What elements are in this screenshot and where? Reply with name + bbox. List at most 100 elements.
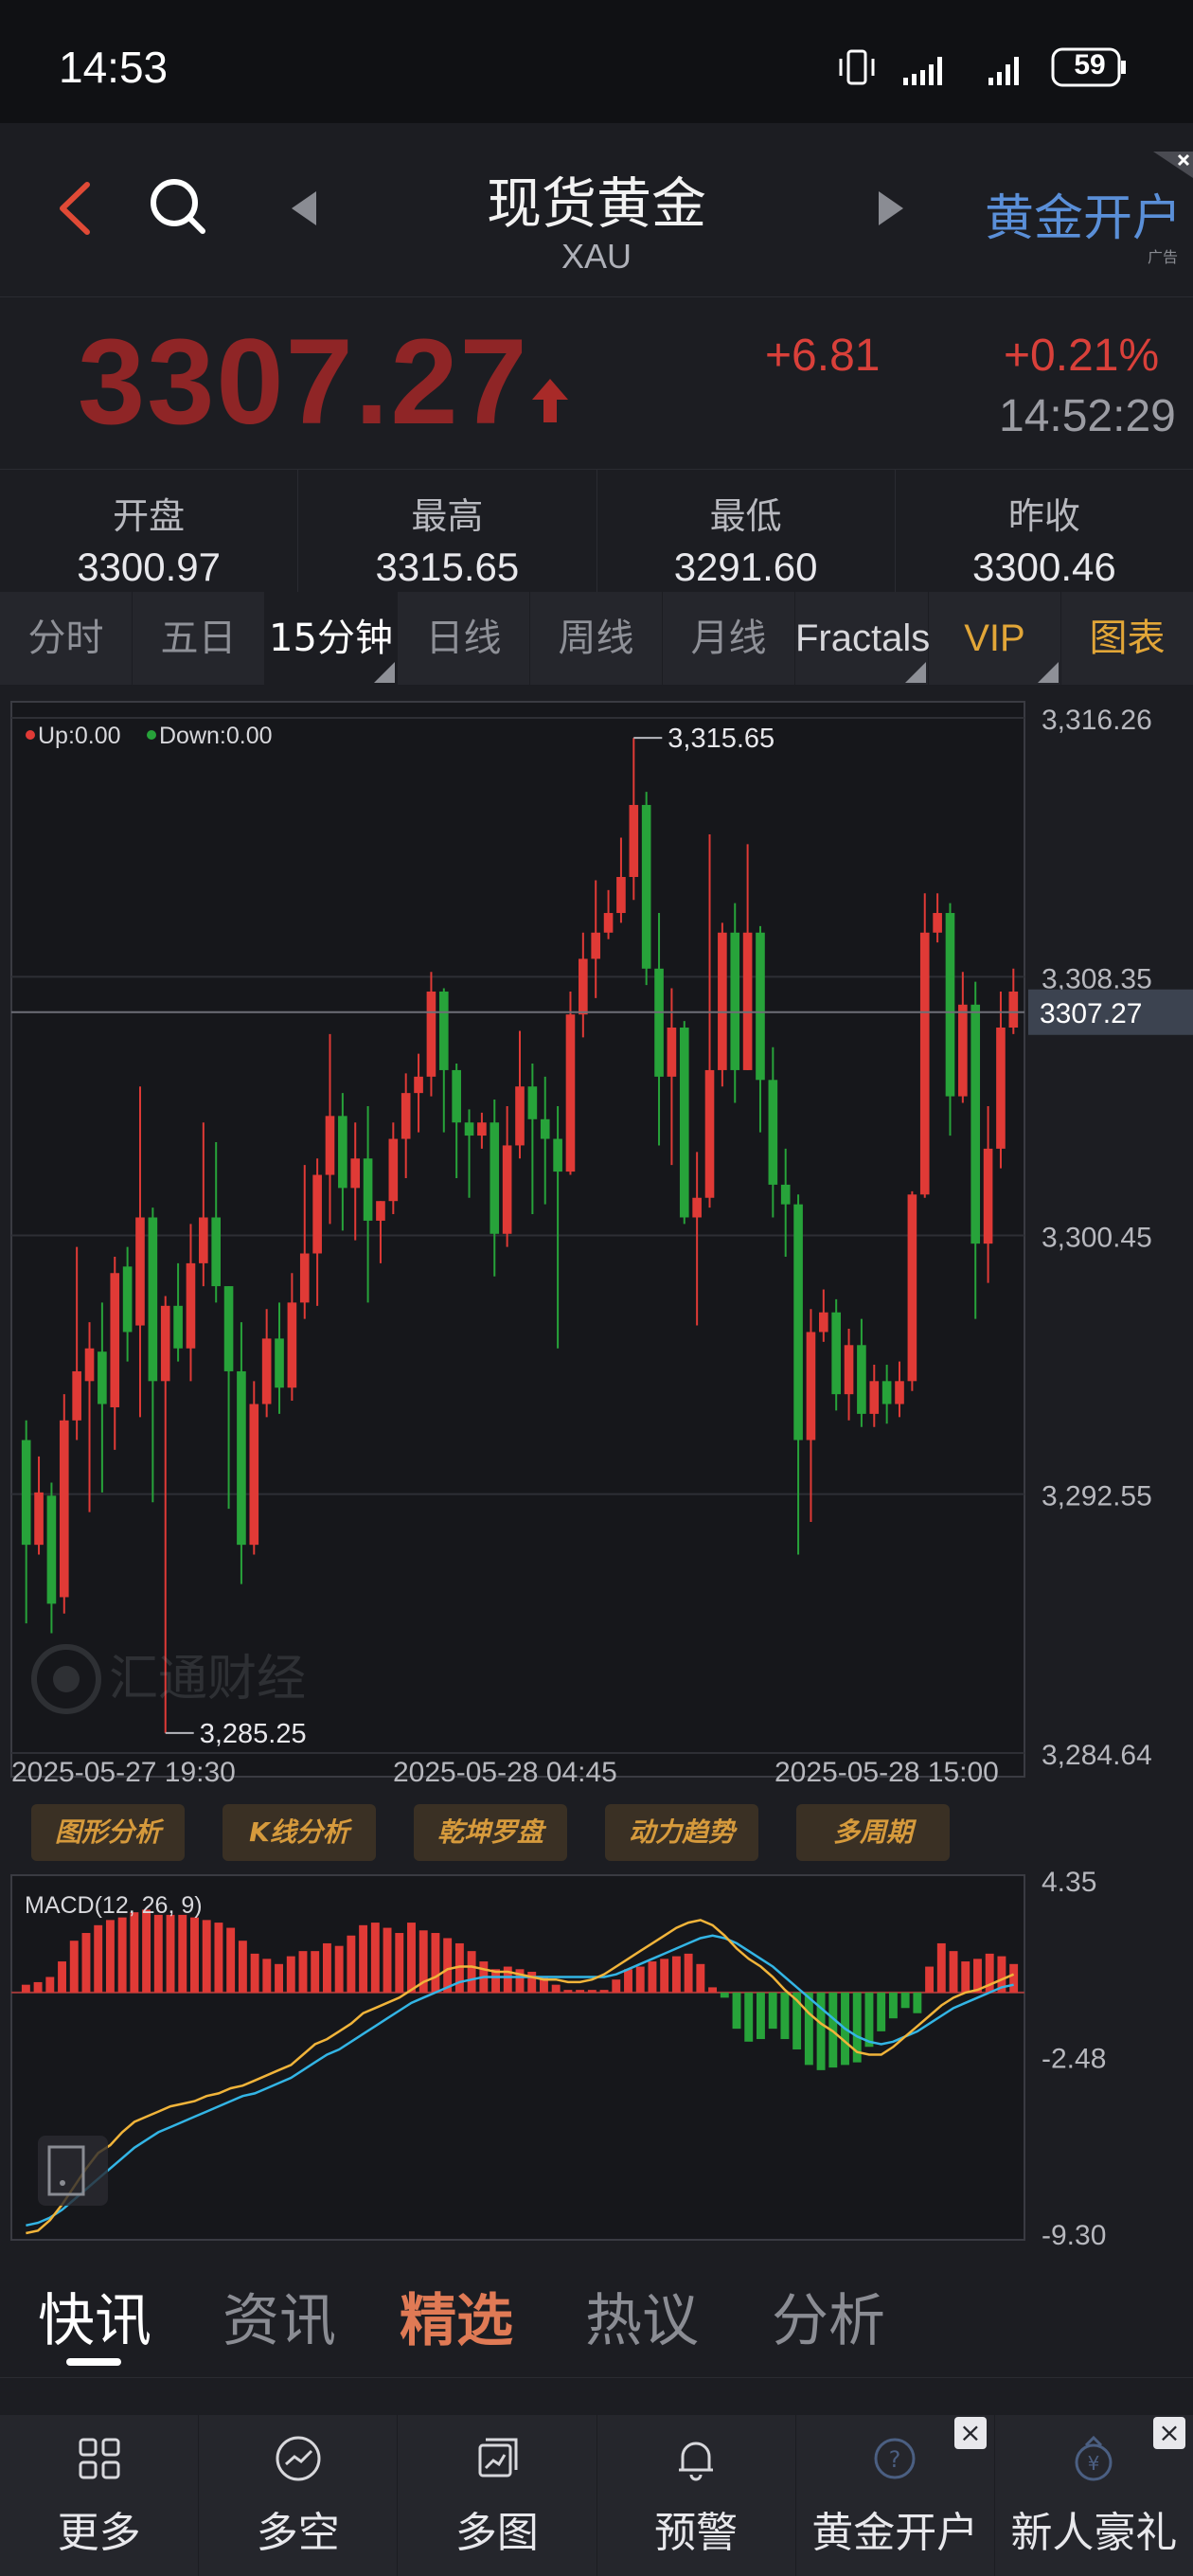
- candle: [249, 1381, 259, 1555]
- tab-weekly[interactable]: 周线: [530, 592, 663, 685]
- legend-down-dot: [147, 730, 156, 740]
- tab-chart-settings[interactable]: 图表: [1061, 592, 1193, 685]
- trend-icon: [276, 2436, 321, 2481]
- tab-hot-discussion[interactable]: 热议: [585, 2275, 699, 2357]
- divider: [0, 2377, 1193, 2378]
- macd-bar: [130, 1912, 139, 1993]
- nav-label: 更多: [57, 2509, 141, 2557]
- macd-bar: [311, 1951, 320, 1993]
- signal-icon: [988, 57, 1019, 85]
- tab-corner-icon: [905, 662, 926, 683]
- status-time: 14:53: [59, 43, 169, 92]
- low-marker-label: 3,285.25: [200, 1719, 307, 1749]
- macd-bar: [804, 1992, 813, 2066]
- macd-bar: [214, 1923, 223, 1993]
- macd-bar: [334, 1945, 344, 1993]
- macd-bar: [708, 1987, 718, 1993]
- close-icon[interactable]: ×: [953, 2417, 987, 2449]
- macd-tick-label: 4.35: [1042, 1870, 1096, 1898]
- macd-bar: [624, 1969, 632, 1993]
- macd-bar: [105, 1920, 115, 1993]
- y-tick-label: 3,316.26: [1042, 705, 1152, 736]
- signal-icon: [903, 57, 942, 85]
- candle: [831, 1298, 841, 1411]
- macd-bar: [153, 1914, 163, 1993]
- stat-high: 最高 3315.65: [298, 470, 597, 593]
- legend-up-dot: [26, 730, 35, 740]
- tab-featured[interactable]: 精选: [400, 2275, 513, 2357]
- multi-period-button[interactable]: 多周期: [796, 1804, 950, 1861]
- back-icon[interactable]: [47, 175, 104, 242]
- candle: [565, 991, 576, 1175]
- y-tick-label: 3,300.45: [1042, 1223, 1152, 1254]
- tab-corner-icon: [1038, 662, 1059, 683]
- nav-gold-account[interactable]: ? 黄金开户 ×: [796, 2415, 995, 2576]
- macd-bar: [913, 1992, 922, 2013]
- kline-analysis-button[interactable]: K线分析: [223, 1804, 376, 1861]
- macd-bar: [635, 1966, 645, 1993]
- compass-button[interactable]: 乾坤罗盘: [414, 1804, 567, 1861]
- macd-frame: [10, 1874, 1025, 2241]
- stats-row: 开盘 3300.97 最高 3315.65 最低 3291.60 昨收 3300…: [0, 469, 1193, 594]
- tab-daily[interactable]: 日线: [398, 592, 530, 685]
- tab-vip[interactable]: VIP: [929, 592, 1061, 685]
- tab-corner-icon: [374, 662, 395, 683]
- macd-bar: [383, 1927, 392, 1993]
- stat-low: 最低 3291.60: [597, 470, 896, 593]
- legend-up: Up:0.00: [38, 723, 121, 749]
- stat-value: 3300.97: [77, 545, 222, 589]
- momentum-button[interactable]: 动力趋势: [605, 1804, 758, 1861]
- bottom-nav: 更多 多空 多图 预警 ? 黄金开户 × ¥ 新人豪礼 ×: [0, 2415, 1193, 2576]
- close-icon[interactable]: ×: [1153, 2417, 1186, 2449]
- tab-label: Fractals: [795, 617, 931, 659]
- tab-information[interactable]: 资讯: [223, 2275, 336, 2357]
- macd-bar: [936, 1942, 946, 1993]
- tab-label: VIP: [964, 617, 1025, 659]
- nav-label: 多图: [454, 2509, 539, 2557]
- macd-bar: [925, 1966, 935, 1993]
- kline-chart[interactable]: 3,316.263,308.353,300.453,292.553,284.64…: [0, 685, 1193, 1802]
- tab-monthly[interactable]: 月线: [663, 592, 795, 685]
- pattern-analysis-button[interactable]: 图形分析: [31, 1804, 185, 1861]
- page-subtitle: XAU: [561, 237, 632, 276]
- macd-bar: [696, 1963, 705, 1993]
- macd-bar: [660, 1959, 669, 1993]
- stat-value: 3315.65: [375, 545, 520, 589]
- nav-label: 新人豪礼: [1010, 2509, 1178, 2557]
- active-tab-indicator: [66, 2358, 121, 2366]
- tab-analysis[interactable]: 分析: [772, 2275, 885, 2357]
- nav-more[interactable]: 更多: [0, 2415, 200, 2576]
- macd-bar: [250, 1953, 259, 1993]
- macd-bar: [900, 1992, 910, 2009]
- search-icon[interactable]: [144, 172, 210, 239]
- macd-bar: [45, 1977, 55, 1993]
- prev-symbol-icon[interactable]: [284, 188, 322, 229]
- nav-new-user-gift[interactable]: ¥ 新人豪礼 ×: [995, 2415, 1193, 2576]
- tab-15min[interactable]: 15分钟: [265, 592, 398, 685]
- svg-text:?: ?: [889, 2446, 901, 2473]
- stat-label: 最高: [411, 495, 484, 537]
- macd-bar: [684, 1953, 693, 1993]
- candle: [919, 893, 930, 1198]
- macd-bar: [202, 1920, 211, 1993]
- high-marker-label: 3,315.65: [668, 724, 775, 754]
- macd-chart[interactable]: 4.35 -2.48 -9.30 MACD(12, 26, 9): [0, 1870, 1193, 2249]
- macd-bar: [648, 1961, 657, 1993]
- macd-bar: [527, 1972, 537, 1993]
- macd-bar: [599, 1990, 609, 1993]
- ad-close-icon[interactable]: [1153, 152, 1193, 178]
- fullscreen-icon[interactable]: [38, 2136, 108, 2206]
- nav-long-short[interactable]: 多空: [199, 2415, 399, 2576]
- tab-intraday[interactable]: 分时: [0, 592, 133, 685]
- macd-bar: [226, 1927, 236, 1993]
- stat-value: 3291.60: [673, 545, 818, 589]
- ad-gold-account-link[interactable]: 黄金开户: [985, 178, 1182, 249]
- y-tick-label: 3,284.64: [1042, 1740, 1152, 1771]
- tab-flash-news[interactable]: 快讯: [38, 2275, 151, 2357]
- tab-five-day[interactable]: 五日: [133, 592, 265, 685]
- nav-multi-chart[interactable]: 多图: [398, 2415, 597, 2576]
- next-symbol-icon[interactable]: [873, 188, 911, 229]
- tab-fractals[interactable]: Fractals: [795, 592, 931, 685]
- time-label: 2025-05-28 15:00: [775, 1757, 999, 1788]
- nav-alert[interactable]: 预警: [597, 2415, 796, 2576]
